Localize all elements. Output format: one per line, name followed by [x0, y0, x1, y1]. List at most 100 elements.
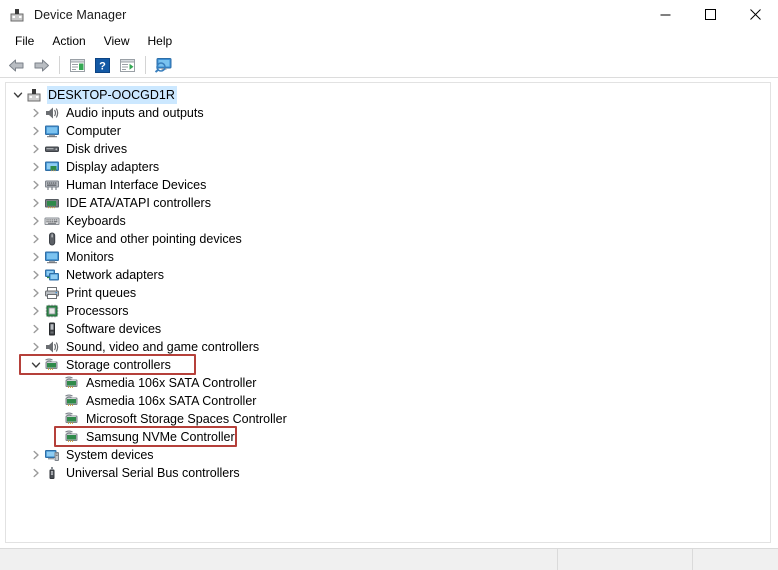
chevron-right-icon[interactable] — [28, 140, 44, 158]
tree-item-print-queues[interactable]: Print queues — [6, 284, 770, 302]
tree-item-samsung-nvme-controller[interactable]: Samsung NVMe Controller — [6, 428, 770, 446]
properties-button[interactable] — [65, 54, 89, 76]
chevron-right-icon[interactable] — [28, 446, 44, 464]
disk-drive-icon — [44, 141, 60, 157]
menu-file[interactable]: File — [6, 31, 43, 52]
chevron-right-icon[interactable] — [28, 176, 44, 194]
hid-icon — [44, 177, 60, 193]
update-driver-button[interactable] — [115, 54, 139, 76]
tree-item-processors[interactable]: Processors — [6, 302, 770, 320]
chevron-right-icon[interactable] — [28, 266, 44, 284]
tree-item-network-adapters[interactable]: Network adapters — [6, 266, 770, 284]
mouse-icon — [44, 231, 60, 247]
forward-button[interactable] — [29, 54, 53, 76]
display-adapter-icon — [44, 159, 60, 175]
menu-help[interactable]: Help — [139, 31, 182, 52]
tree-item-human-interface-devices[interactable]: Human Interface Devices — [6, 176, 770, 194]
monitor-icon — [44, 123, 60, 139]
tree-item-microsoft-storage-spaces-controller[interactable]: Microsoft Storage Spaces Controller — [6, 410, 770, 428]
device-manager-icon — [9, 7, 25, 23]
tree-item-label: System devices — [66, 448, 154, 462]
chevron-right-icon[interactable] — [28, 158, 44, 176]
tree-item-label: Asmedia 106x SATA Controller — [86, 394, 257, 408]
device-manager-window: Device Manager File Action View Help ? D… — [0, 0, 778, 570]
status-cell-3 — [693, 549, 778, 570]
titlebar: Device Manager — [0, 0, 778, 29]
tree-item-display-adapters[interactable]: Display adapters — [6, 158, 770, 176]
menubar: File Action View Help — [0, 29, 778, 53]
chevron-right-icon[interactable] — [28, 320, 44, 338]
chevron-right-icon[interactable] — [28, 248, 44, 266]
maximize-button[interactable] — [688, 0, 733, 29]
tree-item-disk-drives[interactable]: Disk drives — [6, 140, 770, 158]
close-button[interactable] — [733, 0, 778, 29]
window-title: Device Manager — [34, 7, 127, 22]
tree-item-asmedia-106x-sata-controller[interactable]: Asmedia 106x SATA Controller — [6, 392, 770, 410]
tree-item-label: Human Interface Devices — [66, 178, 207, 192]
tree-item-monitors[interactable]: Monitors — [6, 248, 770, 266]
svg-text:?: ? — [99, 60, 106, 72]
help-button[interactable]: ? — [90, 54, 114, 76]
tree-item-label: DESKTOP-OOCGD1R — [47, 86, 177, 104]
tree-item-label: Microsoft Storage Spaces Controller — [86, 412, 287, 426]
toolbar-separator-2 — [145, 56, 146, 74]
ide-controller-icon — [44, 195, 60, 211]
tree-item-label: Asmedia 106x SATA Controller — [86, 376, 257, 390]
minimize-button[interactable] — [643, 0, 688, 29]
storage-controller-icon — [64, 429, 80, 445]
tree-item-label: Processors — [66, 304, 129, 318]
usb-icon — [44, 465, 60, 481]
tree-item-audio-inputs-and-outputs[interactable]: Audio inputs and outputs — [6, 104, 770, 122]
tree-item-asmedia-106x-sata-controller[interactable]: Asmedia 106x SATA Controller — [6, 374, 770, 392]
software-device-icon — [44, 321, 60, 337]
keyboard-icon — [44, 213, 60, 229]
toolbar: ? — [0, 53, 778, 78]
chevron-right-icon[interactable] — [28, 194, 44, 212]
tree-item-keyboards[interactable]: Keyboards — [6, 212, 770, 230]
printer-icon — [44, 285, 60, 301]
storage-controller-icon — [64, 375, 80, 391]
storage-controller-icon — [64, 411, 80, 427]
tree-item-label: Universal Serial Bus controllers — [66, 466, 240, 480]
chevron-right-icon[interactable] — [28, 230, 44, 248]
tree-item-label: Samsung NVMe Controller — [86, 430, 235, 444]
chevron-right-icon[interactable] — [28, 212, 44, 230]
tree-item-label: Mice and other pointing devices — [66, 232, 242, 246]
tree-item-label: Network adapters — [66, 268, 164, 282]
speaker-icon — [44, 339, 60, 355]
tree-item-desktop-oocgd1r[interactable]: DESKTOP-OOCGD1R — [6, 86, 770, 104]
tree-item-universal-serial-bus-controllers[interactable]: Universal Serial Bus controllers — [6, 464, 770, 482]
back-button[interactable] — [4, 54, 28, 76]
tree-item-label: Sound, video and game controllers — [66, 340, 260, 354]
tree-item-label: Keyboards — [66, 214, 126, 228]
tree-item-ide-ata-atapi-controllers[interactable]: IDE ATA/ATAPI controllers — [6, 194, 770, 212]
tree-item-sound-video-and-game-controllers[interactable]: Sound, video and game controllers — [6, 338, 770, 356]
tree-item-label: Storage controllers — [66, 358, 171, 372]
tree-item-label: Disk drives — [66, 142, 128, 156]
chevron-right-icon[interactable] — [28, 104, 44, 122]
chevron-right-icon[interactable] — [28, 302, 44, 320]
tree-item-mice-and-other-pointing-devices[interactable]: Mice and other pointing devices — [6, 230, 770, 248]
menu-action[interactable]: Action — [43, 31, 94, 52]
chevron-down-icon[interactable] — [28, 356, 44, 374]
tree-item-software-devices[interactable]: Software devices — [6, 320, 770, 338]
tree-item-label: Monitors — [66, 250, 114, 264]
statusbar — [0, 548, 778, 570]
scan-hardware-changes-button[interactable] — [151, 54, 175, 76]
device-tree-panel[interactable]: DESKTOP-OOCGD1R Audio inputs and outputs C… — [5, 82, 771, 543]
tree-item-label: Computer — [66, 124, 121, 138]
tree-item-label: Software devices — [66, 322, 162, 336]
chevron-right-icon[interactable] — [28, 284, 44, 302]
tree-item-storage-controllers[interactable]: Storage controllers — [6, 356, 770, 374]
processor-icon — [44, 303, 60, 319]
chevron-right-icon[interactable] — [28, 338, 44, 356]
chevron-down-icon[interactable] — [10, 86, 26, 104]
tree-item-system-devices[interactable]: System devices — [6, 446, 770, 464]
network-adapter-icon — [44, 267, 60, 283]
tree-item-label: Audio inputs and outputs — [66, 106, 204, 120]
storage-controller-icon — [44, 357, 60, 373]
chevron-right-icon[interactable] — [28, 122, 44, 140]
menu-view[interactable]: View — [95, 31, 139, 52]
chevron-right-icon[interactable] — [28, 464, 44, 482]
tree-item-computer[interactable]: Computer — [6, 122, 770, 140]
